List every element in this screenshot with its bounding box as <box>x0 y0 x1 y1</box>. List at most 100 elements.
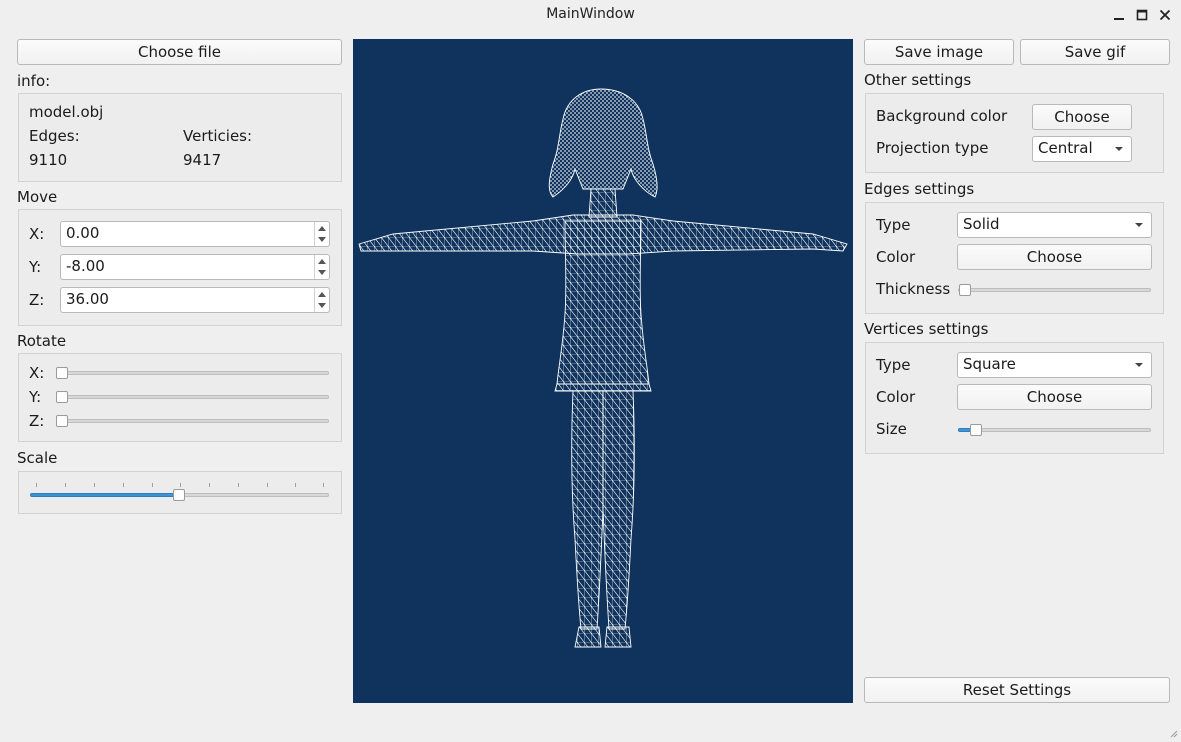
vertices-type-label: Type <box>876 356 911 374</box>
slider-groove <box>56 371 329 375</box>
chevron-down-icon <box>1135 223 1143 227</box>
edges-type-select[interactable]: Solid <box>957 212 1152 238</box>
move-y-value: -8.00 <box>66 257 105 275</box>
scale-slider[interactable] <box>30 483 329 503</box>
tick-mark <box>238 483 239 487</box>
slider-groove <box>958 428 1151 432</box>
chevron-down-icon <box>1135 363 1143 367</box>
move-x-value: 0.00 <box>66 224 100 242</box>
title-bar: MainWindow <box>0 0 1181 30</box>
minimize-icon[interactable] <box>1108 4 1130 26</box>
vertices-type-value: Square <box>963 355 1016 373</box>
edges-settings-title: Edges settings <box>864 180 975 198</box>
edges-color-label: Color <box>876 248 916 266</box>
edges-thickness-slider[interactable] <box>958 283 1151 297</box>
edges-count: 9110 <box>29 151 68 169</box>
slider-handle[interactable] <box>56 415 68 427</box>
rotate-z-slider[interactable] <box>56 414 329 428</box>
chevron-down-icon <box>1115 147 1123 151</box>
step-down-icon[interactable] <box>318 237 326 242</box>
move-z-label: Z: <box>29 291 45 309</box>
tick-mark <box>295 483 296 487</box>
edges-color-button[interactable]: Choose <box>957 244 1152 270</box>
scale-title: Scale <box>17 449 58 467</box>
slider-handle[interactable] <box>56 391 68 403</box>
move-x-stepper[interactable] <box>314 222 329 246</box>
move-z-spinbox[interactable]: 36.00 <box>60 287 330 313</box>
vertices-settings-title: Vertices settings <box>864 320 989 338</box>
move-z-stepper[interactable] <box>314 288 329 312</box>
step-down-icon[interactable] <box>318 270 326 275</box>
slider-handle[interactable] <box>959 284 971 296</box>
reset-settings-button[interactable]: Reset Settings <box>864 677 1170 703</box>
step-down-icon[interactable] <box>318 303 326 308</box>
slider-handle[interactable] <box>970 424 982 436</box>
left-foot-mesh <box>574 626 602 648</box>
move-y-stepper[interactable] <box>314 255 329 279</box>
choose-file-button[interactable]: Choose file <box>17 39 342 65</box>
move-title: Move <box>17 188 58 206</box>
info-label: info: <box>17 72 51 90</box>
window-title: MainWindow <box>546 6 635 22</box>
vertices-color-button[interactable]: Choose <box>957 384 1152 410</box>
rotate-title: Rotate <box>17 332 67 350</box>
save-image-button[interactable]: Save image <box>864 39 1014 65</box>
tick-mark <box>65 483 66 487</box>
torso-mesh <box>556 220 650 385</box>
step-up-icon[interactable] <box>318 226 326 231</box>
rotate-x-label: X: <box>29 364 45 382</box>
tick-mark <box>209 483 210 487</box>
slider-groove <box>56 419 329 423</box>
resize-grip-icon[interactable] <box>1168 724 1178 738</box>
slider-handle[interactable] <box>173 489 185 501</box>
rotate-x-slider[interactable] <box>56 366 329 380</box>
rotate-z-label: Z: <box>29 412 45 430</box>
tick-mark <box>323 483 324 487</box>
wireframe-model <box>358 88 848 648</box>
move-z-value: 36.00 <box>66 290 109 308</box>
edges-label: Edges: <box>29 127 80 145</box>
tick-mark <box>180 483 181 487</box>
hair-mesh <box>548 88 658 198</box>
projection-type-select[interactable]: Central <box>1032 136 1132 162</box>
tick-mark <box>267 483 268 487</box>
step-up-icon[interactable] <box>318 259 326 264</box>
edges-type-label: Type <box>876 216 911 234</box>
move-x-label: X: <box>29 225 45 243</box>
vertices-count: 9417 <box>183 151 222 169</box>
step-up-icon[interactable] <box>318 292 326 297</box>
other-settings-title: Other settings <box>864 71 972 89</box>
right-leg-mesh <box>602 390 635 630</box>
waist-mesh <box>554 383 652 392</box>
edges-thickness-label: Thickness <box>876 280 951 298</box>
tick-mark <box>94 483 95 487</box>
tick-mark <box>123 483 124 487</box>
model-viewport[interactable] <box>353 39 853 703</box>
tick-mark <box>36 483 37 487</box>
move-y-spinbox[interactable]: -8.00 <box>60 254 330 280</box>
edges-type-value: Solid <box>963 215 1000 233</box>
vertices-size-label: Size <box>876 420 907 438</box>
right-foot-mesh <box>604 626 632 648</box>
rotate-y-label: Y: <box>29 388 42 406</box>
vertices-color-label: Color <box>876 388 916 406</box>
slider-groove <box>958 288 1151 292</box>
move-y-label: Y: <box>29 258 42 276</box>
vertices-size-slider[interactable] <box>958 423 1151 437</box>
close-icon[interactable] <box>1154 4 1176 26</box>
projection-type-label: Projection type <box>876 139 989 157</box>
neck-mesh <box>588 188 618 218</box>
move-x-spinbox[interactable]: 0.00 <box>60 221 330 247</box>
slider-handle[interactable] <box>56 367 68 379</box>
vertices-type-select[interactable]: Square <box>957 352 1152 378</box>
maximize-icon[interactable] <box>1131 4 1153 26</box>
background-color-button[interactable]: Choose <box>1032 104 1132 130</box>
file-name: model.obj <box>29 103 104 121</box>
slider-groove <box>56 395 329 399</box>
tick-mark <box>152 483 153 487</box>
slider-fill <box>30 493 180 497</box>
background-color-label: Background color <box>876 107 1008 125</box>
rotate-y-slider[interactable] <box>56 390 329 404</box>
left-leg-mesh <box>571 390 604 630</box>
save-gif-button[interactable]: Save gif <box>1020 39 1170 65</box>
